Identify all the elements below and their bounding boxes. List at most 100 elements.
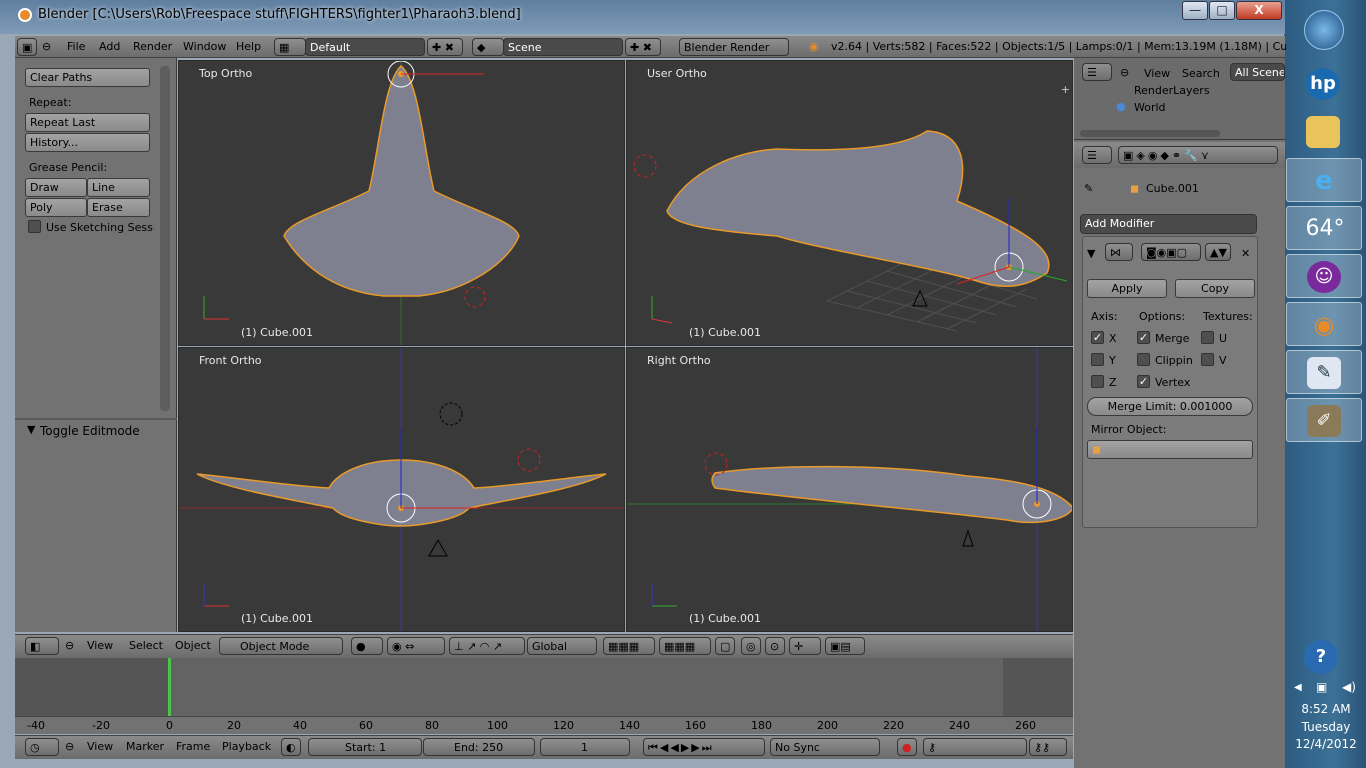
taskbar-yahoo[interactable]: ☺: [1286, 254, 1362, 298]
layers-grid-1[interactable]: ▦▦▦: [603, 637, 655, 655]
start-frame-field[interactable]: Start: 1: [308, 738, 422, 756]
clock-time[interactable]: 8:52 AM: [1286, 702, 1366, 716]
menu-object[interactable]: Object: [175, 639, 211, 652]
scene-selector[interactable]: Scene: [503, 38, 623, 56]
move-up-down-icon[interactable]: ▲▼: [1205, 243, 1231, 261]
sketching-checkbox[interactable]: [28, 220, 41, 233]
tray-network-icon[interactable]: ▣: [1316, 680, 1327, 694]
layer-lock-icon[interactable]: ▢: [715, 637, 735, 655]
remove-modifier-icon[interactable]: ✕: [1241, 247, 1250, 260]
viewport-user-ortho[interactable]: User Ortho (1) Cube.001 +: [626, 60, 1073, 346]
menu-help[interactable]: Help: [236, 40, 261, 53]
taskbar-hp-app[interactable]: hp: [1286, 62, 1362, 106]
poly-button[interactable]: Poly: [25, 198, 87, 217]
playback-controls[interactable]: ⏮◀◀▶▶⏭: [643, 738, 765, 756]
axis-y-checkbox[interactable]: [1091, 353, 1104, 366]
taskbar-explorer[interactable]: [1286, 110, 1362, 154]
current-frame-indicator[interactable]: [168, 658, 171, 716]
collapse-icon[interactable]: ⊖: [65, 639, 74, 652]
record-icon[interactable]: ●: [897, 738, 917, 756]
expand-arrow-icon[interactable]: ▼: [1087, 247, 1095, 260]
shading-selector[interactable]: ●: [351, 637, 383, 655]
menu-frame[interactable]: Frame: [176, 740, 210, 753]
texture-v-checkbox[interactable]: [1201, 353, 1214, 366]
orientation-selector[interactable]: Global: [527, 637, 597, 655]
layers-grid-2[interactable]: ▦▦▦: [659, 637, 711, 655]
outliner-type-icon[interactable]: ☰: [1082, 63, 1112, 81]
sync-selector[interactable]: No Sync: [770, 738, 880, 756]
mirror-object-field[interactable]: ◼: [1087, 440, 1253, 459]
layout-add-remove[interactable]: ✚ ✖: [427, 38, 463, 56]
help-icon[interactable]: ?: [1304, 640, 1338, 674]
line-button[interactable]: Line: [87, 178, 150, 197]
menu-add[interactable]: Add: [99, 40, 120, 53]
layout-selector[interactable]: Default: [305, 38, 425, 56]
merge-limit-field[interactable]: Merge Limit: 0.001000: [1087, 397, 1253, 416]
layout-icon[interactable]: ▦: [274, 38, 306, 56]
menu-view[interactable]: View: [87, 740, 113, 753]
viewport-top-ortho[interactable]: Top Ortho (1) Cube.001: [178, 60, 625, 346]
render-engine-selector[interactable]: Blender Render: [679, 38, 789, 56]
erase-button[interactable]: Erase: [87, 198, 150, 217]
editor-type-icon[interactable]: ▣: [17, 38, 37, 56]
add-modifier-button[interactable]: Add Modifier: [1080, 214, 1257, 234]
preview-range-icon[interactable]: ◐: [281, 738, 301, 756]
viewport-corner-plus-icon[interactable]: +: [1061, 83, 1070, 96]
pin-icon[interactable]: ✎: [1084, 182, 1093, 195]
minimize-button[interactable]: —: [1182, 1, 1208, 20]
properties-context-tabs[interactable]: ▣◈◉◆⚭🔧⋎: [1118, 146, 1278, 164]
toggle-editmode-arrow-icon[interactable]: ▼: [27, 423, 35, 436]
clear-paths-button[interactable]: Clear Paths: [25, 68, 150, 87]
texture-u-checkbox[interactable]: [1201, 331, 1214, 344]
keying-set-field[interactable]: ⚷: [923, 738, 1027, 756]
clipping-checkbox[interactable]: [1137, 353, 1150, 366]
menu-render[interactable]: Render: [133, 40, 172, 53]
outliner-scrollbar[interactable]: [1080, 130, 1220, 137]
transform-manipulator-buttons[interactable]: ⊥ ↗ ◠ ↗: [449, 637, 525, 655]
mode-selector[interactable]: Object Mode: [219, 637, 343, 655]
end-frame-field[interactable]: End: 250: [423, 738, 535, 756]
vertex-checkbox[interactable]: ✓: [1137, 375, 1150, 388]
proportional-edit-icon[interactable]: ◎: [741, 637, 761, 655]
timeline-area[interactable]: [15, 658, 1073, 716]
menu-window[interactable]: Window: [183, 40, 226, 53]
taskbar-ie[interactable]: e: [1286, 158, 1362, 202]
outliner-item-world[interactable]: World: [1134, 101, 1166, 114]
menu-search[interactable]: Search: [1182, 67, 1220, 80]
snap-element-selector[interactable]: ✛: [789, 637, 821, 655]
render-buttons[interactable]: ▣▤: [825, 637, 865, 655]
viewport-right-ortho[interactable]: Right Ortho (1) Cube.001: [626, 347, 1073, 632]
snap-icon[interactable]: ⊙: [765, 637, 785, 655]
history-button[interactable]: History...: [25, 133, 150, 152]
taskbar-notepad[interactable]: ✎: [1286, 350, 1362, 394]
properties-type-icon[interactable]: ☰: [1082, 146, 1112, 164]
editor-type-icon[interactable]: ◷: [25, 738, 59, 756]
tool-shelf-scrollbar[interactable]: [160, 66, 170, 411]
collapse-icon[interactable]: ⊖: [1120, 66, 1129, 79]
collapse-icon[interactable]: ⊖: [42, 40, 51, 53]
start-button[interactable]: [1304, 10, 1344, 50]
keyframe-buttons[interactable]: ⚷⚷: [1029, 738, 1067, 756]
menu-view[interactable]: View: [87, 639, 113, 652]
axis-x-checkbox[interactable]: ✓: [1091, 331, 1104, 344]
tray-arrow-icon[interactable]: ◀: [1294, 682, 1302, 693]
modifier-visibility-buttons[interactable]: ◙◉▣▢: [1141, 243, 1201, 261]
menu-playback[interactable]: Playback: [222, 740, 271, 753]
outliner-filter-selector[interactable]: All Scenes: [1230, 63, 1285, 81]
close-button[interactable]: X: [1236, 1, 1282, 20]
taskbar-gimp[interactable]: ✐: [1286, 398, 1362, 442]
viewport-front-ortho[interactable]: Front Ortho (1) Cube.001: [178, 347, 625, 632]
menu-select[interactable]: Select: [129, 639, 163, 652]
editor-type-icon[interactable]: ◧: [25, 637, 59, 655]
copy-button[interactable]: Copy: [1175, 279, 1255, 298]
taskbar-weather[interactable]: 64°: [1286, 206, 1362, 250]
taskbar-blender[interactable]: ◉: [1286, 302, 1362, 346]
collapse-icon[interactable]: ⊖: [65, 740, 74, 753]
draw-button[interactable]: Draw: [25, 178, 87, 197]
scene-add-remove[interactable]: ✚ ✖: [625, 38, 661, 56]
current-frame-field[interactable]: 1: [540, 738, 630, 756]
toggle-editmode-header[interactable]: Toggle Editmode: [40, 424, 140, 438]
outliner-item-renderlayers[interactable]: RenderLayers: [1134, 84, 1210, 97]
scene-icon[interactable]: ◆: [472, 38, 504, 56]
axis-z-checkbox[interactable]: [1091, 375, 1104, 388]
